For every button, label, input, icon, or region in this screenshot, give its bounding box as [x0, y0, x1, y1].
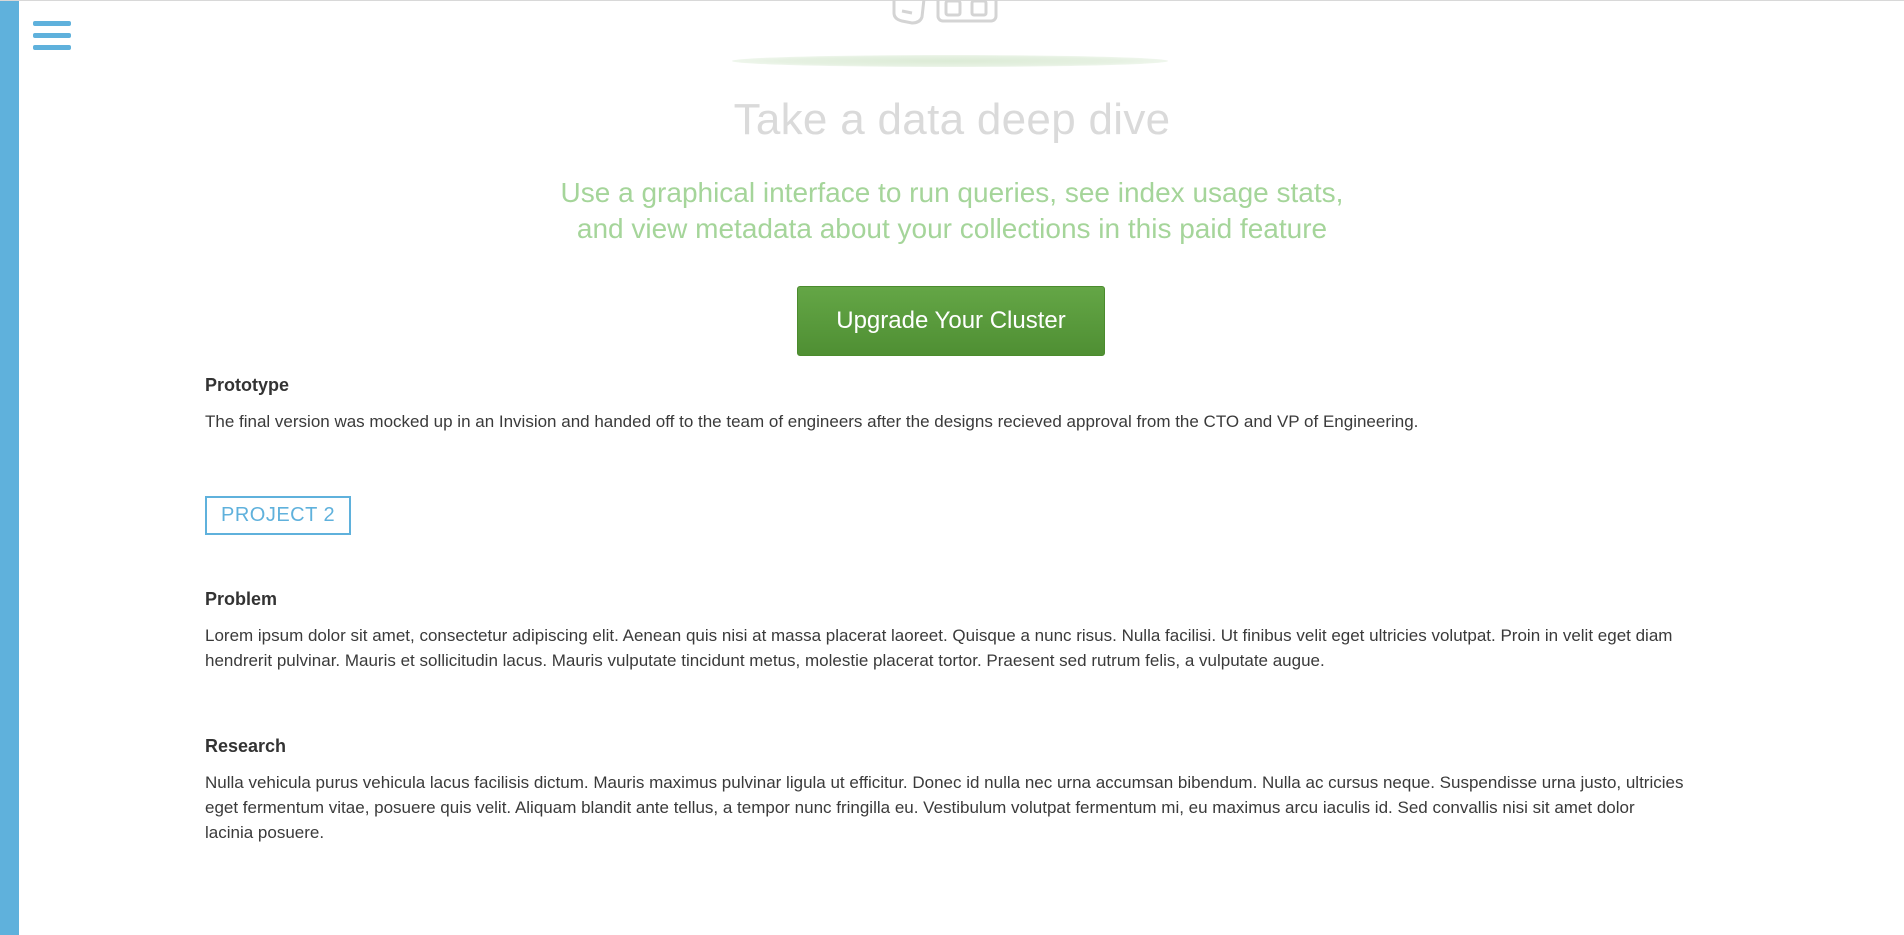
mockup-subtitle: Use a graphical interface to run queries…: [0, 175, 1904, 247]
project-tag: PROJECT 2: [205, 496, 352, 535]
mockup-subtitle-line-1: Use a graphical interface to run queries…: [560, 177, 1344, 208]
upgrade-cluster-button[interactable]: Upgrade Your Cluster: [797, 286, 1105, 356]
feature-mockup-image: Take a data deep dive Use a graphical in…: [0, 0, 1904, 371]
section-body-research: Nulla vehicula purus vehicula lacus faci…: [205, 773, 1684, 842]
section-body-prototype: The final version was mocked up in an In…: [205, 412, 1419, 431]
section-heading-problem: Problem: [205, 589, 278, 609]
mockup-subtitle-line-2: and view metadata about your collections…: [576, 213, 1328, 244]
prototype-section: Prototype The final version was mocked u…: [205, 373, 1685, 434]
problem-section: Problem Lorem ipsum dolor sit amet, cons…: [205, 587, 1685, 673]
page: Take a data deep dive Use a graphical in…: [0, 0, 1904, 935]
mockup-shadow: [732, 55, 1168, 67]
document-and-grid-icons: [892, 0, 998, 25]
section-heading-prototype: Prototype: [205, 375, 290, 395]
section-body-problem: Lorem ipsum dolor sit amet, consectetur …: [205, 626, 1673, 670]
case-study-content: Prototype The final version was mocked u…: [205, 373, 1685, 845]
research-section: Research Nulla vehicula purus vehicula l…: [205, 734, 1685, 845]
mockup-title: Take a data deep dive: [733, 95, 1171, 144]
section-heading-research: Research: [205, 736, 287, 756]
